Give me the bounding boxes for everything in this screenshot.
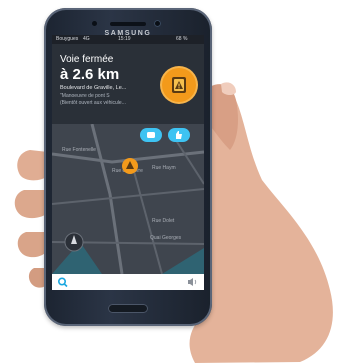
thumb xyxy=(0,0,349,363)
scene: SAMSUNG Bouygues 4G 15:19 68 % Voie ferm… xyxy=(0,0,349,363)
